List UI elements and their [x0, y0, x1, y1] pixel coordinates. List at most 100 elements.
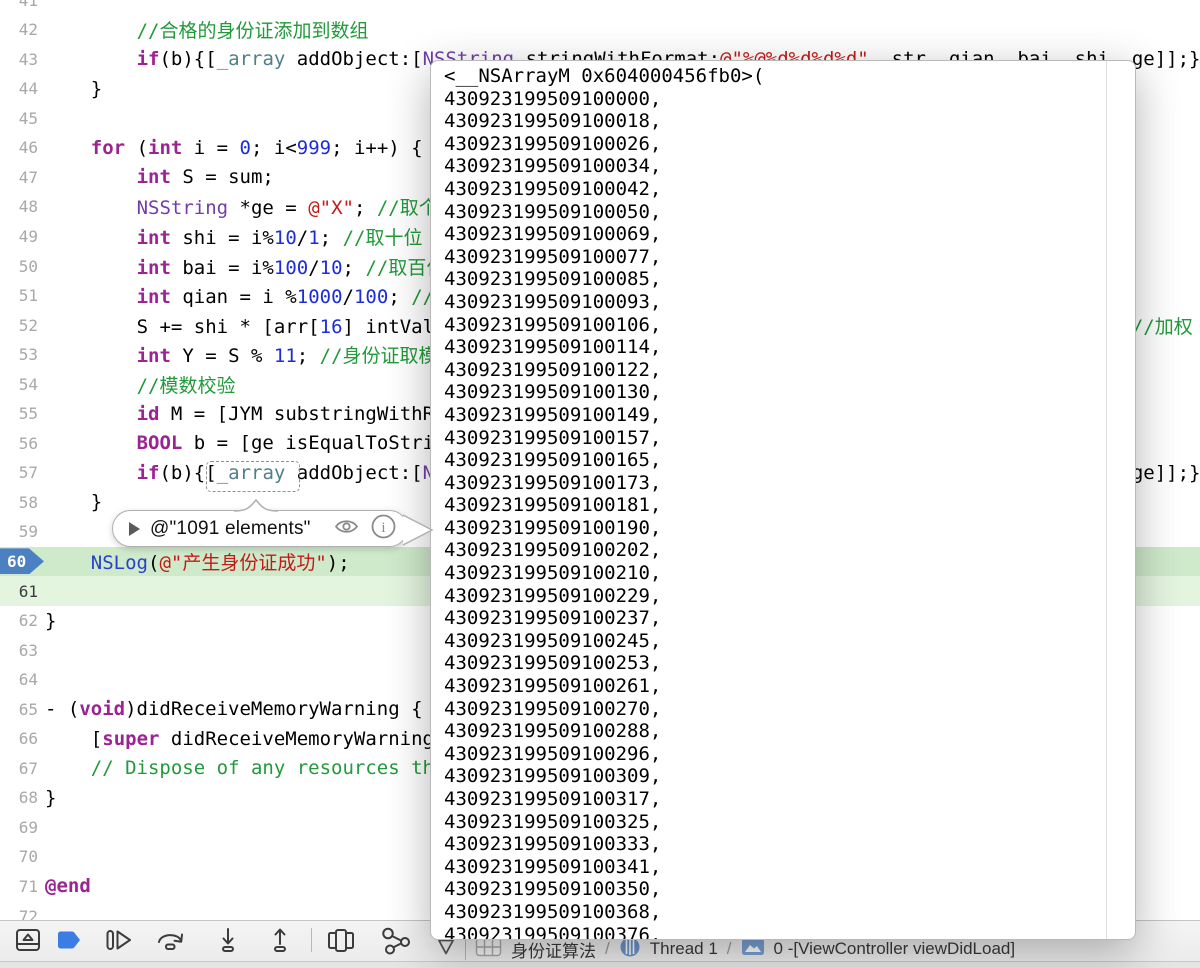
gutter-line-number[interactable]: 65: [0, 700, 38, 719]
code-text: }: [45, 787, 56, 809]
code-line-41[interactable]: 41: [0, 0, 1200, 15]
breadcrumb-process[interactable]: 身份证算法: [511, 937, 596, 962]
svg-text:i: i: [381, 520, 385, 536]
gutter-line-number[interactable]: 42: [0, 20, 38, 39]
code-text: [super didReceiveMemoryWarning];: [45, 728, 457, 750]
code-text: - (void)didReceiveMemoryWarning {: [45, 698, 423, 720]
disclosure-triangle-icon[interactable]: [129, 522, 140, 536]
gutter-line-number[interactable]: 66: [0, 729, 38, 748]
popover-scrollbar[interactable]: [1106, 61, 1107, 939]
gutter-line-number[interactable]: 60: [0, 552, 38, 571]
gutter-line-number[interactable]: 64: [0, 670, 38, 689]
memory-graph-button[interactable]: [376, 925, 410, 955]
gutter-line-number[interactable]: 48: [0, 197, 38, 216]
code-line-42[interactable]: 42 //合格的身份证添加到数组: [0, 15, 1200, 45]
array-element: 430923199509100341,: [444, 856, 1135, 879]
code-text: }: [45, 610, 56, 632]
array-element: 430923199509100106,: [444, 314, 1135, 337]
array-element: 430923199509100173,: [444, 472, 1135, 495]
gutter-line-number[interactable]: 47: [0, 168, 38, 187]
array-element: 430923199509100368,: [444, 901, 1135, 924]
gutter-line-number[interactable]: 67: [0, 759, 38, 778]
array-element: 430923199509100130,: [444, 381, 1135, 404]
array-element: 430923199509100325,: [444, 811, 1135, 834]
code-text: @end: [45, 875, 91, 897]
variable-popover[interactable]: <__NSArrayM 0x604000456fb0>( 43092319950…: [430, 60, 1136, 940]
gutter-line-number[interactable]: 51: [0, 286, 38, 305]
code-text: int Y = S % 11; //身份证取模: [45, 341, 438, 368]
array-element: 430923199509100270,: [444, 698, 1135, 721]
hovered-variable-outline: [206, 461, 300, 492]
code-text: //合格的身份证添加到数组: [45, 16, 368, 43]
breakpoints-toggle-button[interactable]: [52, 925, 86, 955]
info-icon[interactable]: i: [370, 513, 397, 545]
gutter-line-number[interactable]: 41: [0, 0, 38, 10]
array-element: 430923199509100317,: [444, 788, 1135, 811]
array-element: 430923199509100026,: [444, 133, 1135, 156]
gutter-line-number[interactable]: 55: [0, 404, 38, 423]
gutter-line-number[interactable]: 46: [0, 138, 38, 157]
array-element: 430923199509100202,: [444, 539, 1135, 562]
breadcrumb-thread[interactable]: Thread 1: [650, 939, 718, 959]
array-element: 430923199509100077,: [444, 246, 1135, 269]
breadcrumb-separator: /: [727, 939, 732, 959]
code-text: for (int i = 0; i<999; i++) {: [45, 137, 423, 159]
array-element: 430923199509100181,: [444, 494, 1135, 517]
array-element: 430923199509100050,: [444, 201, 1135, 224]
array-element: 430923199509100309,: [444, 765, 1135, 788]
array-element: 430923199509100165,: [444, 449, 1135, 472]
code-text: int qian = i %1000/100; //取千位: [45, 282, 491, 309]
gutter-line-number[interactable]: 69: [0, 818, 38, 837]
step-into-button[interactable]: [212, 925, 246, 955]
datatip-value: @"1091 elements": [150, 518, 323, 540]
gutter-line-number[interactable]: 49: [0, 227, 38, 246]
gutter-line-number[interactable]: 70: [0, 847, 38, 866]
array-element: 430923199509100261,: [444, 675, 1135, 698]
gutter-line-number[interactable]: 44: [0, 79, 38, 98]
array-element: 430923199509100157,: [444, 427, 1135, 450]
array-element: 430923199509100296,: [444, 743, 1135, 766]
gutter-line-number[interactable]: 54: [0, 375, 38, 394]
step-over-button[interactable]: [152, 925, 186, 955]
array-element: 430923199509100069,: [444, 223, 1135, 246]
array-element: 430923199509100237,: [444, 607, 1135, 630]
breadcrumb-frame[interactable]: 0 -[ViewController viewDidLoad]: [774, 939, 1016, 959]
breadcrumb-divider: [465, 938, 466, 960]
location-icon[interactable]: [436, 938, 456, 961]
datatip-top-tail: [234, 496, 278, 517]
code-text: }: [45, 78, 102, 100]
array-element: 430923199509100288,: [444, 720, 1135, 743]
array-element: 430923199509100093,: [444, 291, 1135, 314]
gutter-line-number[interactable]: 57: [0, 463, 38, 482]
gutter-line-number[interactable]: 59: [0, 522, 38, 541]
gutter-line-number[interactable]: 62: [0, 611, 38, 630]
gutter-line-number[interactable]: 58: [0, 493, 38, 512]
breadcrumb-separator: /: [605, 939, 610, 959]
step-out-button[interactable]: [264, 925, 298, 955]
view-hierarchy-button[interactable]: [322, 925, 356, 955]
gutter-line-number[interactable]: 53: [0, 345, 38, 364]
variables-view-edge: [0, 961, 1200, 968]
debug-bar-divider: [311, 928, 312, 952]
gutter-line-number[interactable]: 50: [0, 257, 38, 276]
quick-look-eye-icon[interactable]: [333, 513, 360, 545]
array-element: 430923199509100333,: [444, 833, 1135, 856]
gutter-line-number[interactable]: 56: [0, 434, 38, 453]
code-text: int shi = i%10/1; //取十位: [45, 223, 422, 250]
popover-values: 430923199509100000,430923199509100018,43…: [444, 88, 1135, 940]
gutter-line-number[interactable]: 71: [0, 877, 38, 896]
gutter-line-number[interactable]: 63: [0, 641, 38, 660]
gutter-line-number[interactable]: 43: [0, 50, 38, 69]
array-element: 430923199509100034,: [444, 155, 1135, 178]
hide-debug-area-button[interactable]: [12, 925, 46, 955]
code-text: //模数校验: [45, 371, 235, 398]
code-text: NSLog(@"产生身份证成功");: [45, 548, 350, 575]
gutter-line-number[interactable]: 68: [0, 788, 38, 807]
array-element: 430923199509100210,: [444, 562, 1135, 585]
gutter-line-number[interactable]: 52: [0, 316, 38, 335]
continue-button[interactable]: [100, 925, 134, 955]
array-element: 430923199509100000,: [444, 88, 1135, 111]
gutter-line-number[interactable]: 61: [0, 582, 38, 601]
gutter-line-number[interactable]: 45: [0, 109, 38, 128]
xcode-window: 4142//合格的身份证添加到数组43if(b){[_array addObje…: [0, 0, 1200, 968]
